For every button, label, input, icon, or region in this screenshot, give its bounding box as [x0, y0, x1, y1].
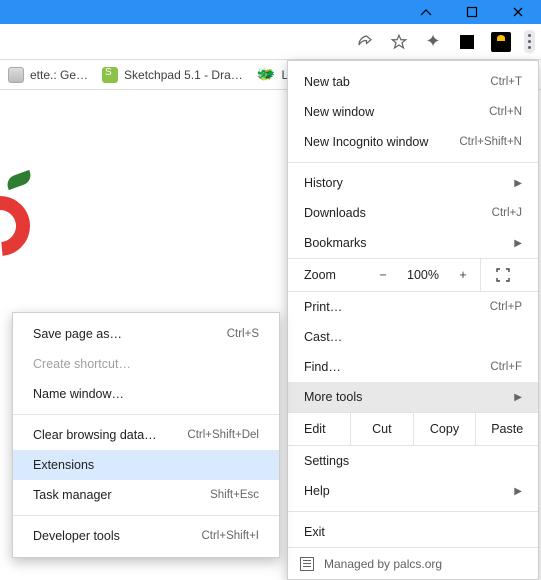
window-minimize-button[interactable] [403, 0, 449, 24]
profile-button[interactable] [490, 31, 512, 53]
submenu-create-shortcut: Create shortcut… [13, 349, 279, 379]
profile-avatar-icon [491, 32, 511, 52]
window-maximize-button[interactable] [449, 0, 495, 24]
submenu-name-window[interactable]: Name window… [13, 379, 279, 409]
bookmark-item[interactable]: ette.: Ge… [8, 67, 88, 83]
edit-label: Edit [288, 422, 350, 436]
close-icon [512, 6, 524, 18]
chevron-right-icon: ▶ [514, 238, 522, 249]
menu-separator [288, 162, 538, 163]
share-icon [356, 33, 374, 51]
menu-new-tab[interactable]: New tab Ctrl+T [288, 67, 538, 97]
paste-button[interactable]: Paste [475, 413, 538, 445]
menu-downloads[interactable]: Downloads Ctrl+J [288, 198, 538, 228]
more-tools-submenu: Save page as… Ctrl+S Create shortcut… Na… [12, 312, 280, 558]
favicon-ge-icon [8, 67, 24, 83]
bookmark-star-button[interactable] [388, 31, 410, 53]
favicon-sketchpad-icon [102, 67, 118, 83]
submenu-developer-tools[interactable]: Developer tools Ctrl+Shift+I [13, 521, 279, 551]
menu-bookmarks[interactable]: Bookmarks ▶ [288, 228, 538, 258]
zoom-out-button[interactable]: − [366, 268, 400, 282]
menu-cast[interactable]: Cast… [288, 322, 538, 352]
menu-print[interactable]: Print… Ctrl+P [288, 292, 538, 322]
bookmark-label: Sketchpad 5.1 - Dra… [124, 68, 243, 82]
dots-icon [528, 34, 531, 37]
fullscreen-icon [496, 268, 510, 282]
menu-more-tools[interactable]: More tools ▶ [288, 382, 538, 412]
building-icon [300, 557, 314, 571]
menu-separator [288, 511, 538, 512]
menu-history[interactable]: History ▶ [288, 168, 538, 198]
zoom-value: 100% [400, 268, 446, 282]
chevron-right-icon: ▶ [514, 178, 522, 189]
menu-settings[interactable]: Settings [288, 446, 538, 476]
menu-separator [13, 414, 279, 415]
apps-button[interactable] [456, 31, 478, 53]
zoom-in-button[interactable]: + [446, 268, 480, 282]
maximize-icon [466, 6, 478, 18]
zoom-label: Zoom [304, 268, 366, 282]
menu-new-window[interactable]: New window Ctrl+N [288, 97, 538, 127]
menu-help[interactable]: Help ▶ [288, 476, 538, 506]
chevron-right-icon: ▶ [514, 486, 522, 497]
fullscreen-button[interactable] [480, 259, 524, 291]
favicon-dragon-icon: 🐲 [257, 67, 276, 83]
extensions-button[interactable]: ✦ [422, 31, 444, 53]
menu-zoom-row: Zoom − 100% + [288, 258, 538, 292]
menu-exit[interactable]: Exit [288, 517, 538, 547]
puzzle-icon: ✦ [425, 31, 440, 52]
window-titlebar [0, 0, 541, 24]
submenu-extensions[interactable]: Extensions [13, 450, 279, 480]
window-close-button[interactable] [495, 0, 541, 24]
chevron-right-icon: ▶ [514, 392, 522, 403]
copy-button[interactable]: Copy [413, 413, 476, 445]
menu-separator [13, 515, 279, 516]
cut-button[interactable]: Cut [350, 413, 413, 445]
minimize-icon [420, 6, 432, 18]
bookmark-label: ette.: Ge… [30, 68, 88, 82]
menu-managed-by[interactable]: Managed by palcs.org [288, 547, 538, 579]
menu-edit-row: Edit Cut Copy Paste [288, 412, 538, 446]
page-content-graphic [0, 170, 50, 290]
menu-new-incognito[interactable]: New Incognito window Ctrl+Shift+N [288, 127, 538, 157]
browser-toolbar: ✦ [0, 24, 541, 60]
submenu-task-manager[interactable]: Task manager Shift+Esc [13, 480, 279, 510]
apps-icon [459, 34, 475, 50]
bookmark-item[interactable]: Sketchpad 5.1 - Dra… [102, 67, 243, 83]
managed-label: Managed by palcs.org [324, 557, 442, 571]
chrome-menu-button[interactable] [524, 30, 535, 53]
share-button[interactable] [354, 31, 376, 53]
chrome-main-menu: New tab Ctrl+T New window Ctrl+N New Inc… [287, 60, 539, 580]
menu-find[interactable]: Find… Ctrl+F [288, 352, 538, 382]
submenu-clear-browsing[interactable]: Clear browsing data… Ctrl+Shift+Del [13, 420, 279, 450]
star-icon [390, 33, 408, 51]
submenu-save-page[interactable]: Save page as… Ctrl+S [13, 319, 279, 349]
